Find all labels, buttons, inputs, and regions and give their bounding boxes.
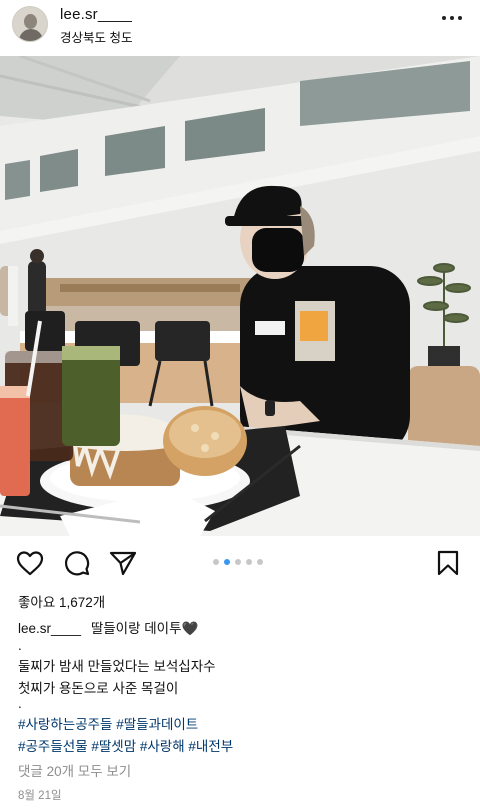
carousel-dot [257, 559, 263, 565]
caption-line: . [18, 638, 22, 653]
comment-icon[interactable] [62, 548, 92, 578]
view-all-comments-link[interactable]: 댓글 20개 모두 보기 [18, 760, 131, 780]
action-bar [0, 540, 480, 586]
caption-text: 딸들이랑 데이투🖤 [90, 621, 199, 636]
post-photo[interactable] [0, 56, 480, 536]
caption-username[interactable]: lee.sr____ [18, 621, 81, 636]
more-horizontal-icon[interactable] [442, 16, 462, 22]
caption-line: 둘찌가 밤새 만들었다는 보석십자수 [18, 659, 216, 674]
carousel-dot [235, 559, 241, 565]
avatar[interactable] [12, 6, 48, 42]
caption-line: . [18, 696, 22, 711]
send-icon[interactable] [108, 548, 138, 578]
carousel-indicator [213, 559, 263, 565]
carousel-dot [213, 559, 219, 565]
carousel-dot [246, 559, 252, 565]
post-date: 8월 21일 [18, 790, 62, 802]
hashtags-line[interactable]: #공주들선물 #딸셋맘 #사랑해 #내전부 [18, 735, 233, 755]
post-location[interactable]: 경상북도 청도 [60, 27, 132, 46]
post-username[interactable]: lee.sr____ [60, 6, 132, 23]
carousel-dot-active [224, 559, 230, 565]
post-header: lee.sr____ 경상북도 청도 [0, 0, 480, 56]
heart-icon[interactable] [15, 548, 45, 578]
photo-illustration [0, 56, 480, 536]
caption-first-line: lee.sr____ 딸들이랑 데이투🖤 [18, 617, 198, 637]
hashtags-line[interactable]: #사랑하는공주들 #딸들과데이트 [18, 713, 198, 733]
bookmark-icon[interactable] [433, 548, 463, 578]
like-count[interactable]: 좋아요 1,672개 [18, 591, 105, 611]
caption-line: 첫찌가 용돈으로 사준 목걸이 [18, 681, 179, 696]
